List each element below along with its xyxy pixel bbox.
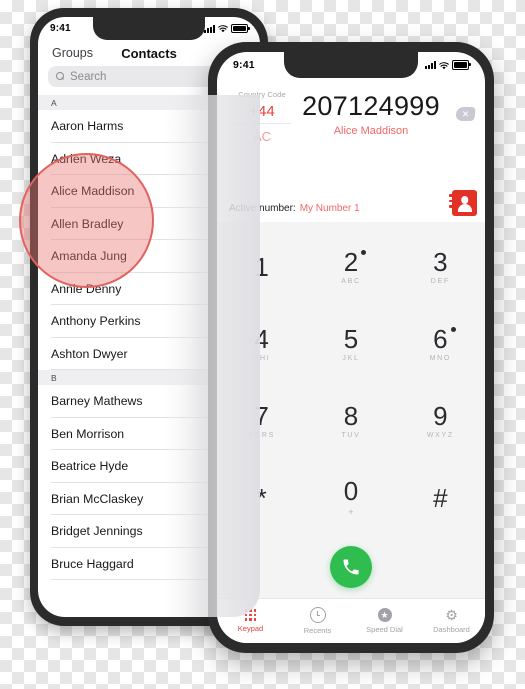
country-code-label: Country Code <box>238 90 286 99</box>
address-book-icon[interactable] <box>449 190 477 216</box>
key-badge-dot <box>361 249 367 255</box>
key-digit: 9 <box>433 400 448 431</box>
country-code-value[interactable]: +44 <box>233 99 291 124</box>
call-row <box>217 536 485 598</box>
status-bar-contacts: 9:41 <box>38 17 260 40</box>
key-2[interactable]: 2 ABC <box>306 228 395 305</box>
key-digit: 6 <box>433 326 456 352</box>
keypad-grid: 1 2 ABC 3 DEF 4 GHI 5 JKL 6 MNO 7 PQRS 8 TUV 9 WXYZ * 0 + # <box>217 228 485 536</box>
status-time: 9:41 <box>50 23 71 34</box>
gear-icon: ⚙ <box>445 607 458 623</box>
wifi-icon <box>218 24 228 33</box>
tab-label: Recents <box>303 626 332 635</box>
active-number-value[interactable]: My Number 1 <box>296 203 360 214</box>
key-9[interactable]: 9 WXYZ <box>396 382 485 459</box>
key-digit: 4 <box>254 323 269 354</box>
tab-keypad[interactable]: Keypad <box>217 609 284 633</box>
tab-label: Dashboard <box>433 625 470 634</box>
phone-handset-icon <box>343 559 359 575</box>
dialer-entry-area: Country Code +44 AC 207124999 Alice Madd… <box>217 78 485 222</box>
key-digit: 5 <box>343 323 359 354</box>
key-hash[interactable]: # <box>396 459 485 536</box>
tab-label: Keypad <box>237 623 264 633</box>
keypad: 1 2 ABC 3 DEF 4 GHI 5 JKL 6 MNO 7 PQRS 8 TUV 9 WXYZ * 0 + # <box>217 222 485 598</box>
key-digit: 8 <box>343 400 359 431</box>
clock-icon <box>309 607 326 623</box>
clear-all-button[interactable]: AC <box>233 124 291 144</box>
country-code-block: Country Code +44 AC <box>233 90 291 144</box>
status-icons <box>204 23 250 34</box>
key-1[interactable]: 1 <box>217 228 306 305</box>
battery-icon <box>231 23 250 34</box>
search-placeholder: Search <box>70 70 107 83</box>
key-7[interactable]: 7 PQRS <box>217 382 306 459</box>
number-display: 207124999 Alice Maddison <box>291 91 451 138</box>
key-6[interactable]: 6 MNO <box>396 305 485 382</box>
tab-dashboard[interactable]: ⚙ Dashboard <box>418 608 485 634</box>
cellular-bars-icon <box>425 61 436 69</box>
key-0[interactable]: 0 + <box>306 459 395 536</box>
key-digit: 0 <box>343 476 359 506</box>
dialed-number[interactable]: 207124999 <box>291 91 451 121</box>
mockup-stage: 9:41 Groups Contacts Search A Aaron Harm… <box>0 0 525 689</box>
key-digit: # <box>433 482 448 513</box>
bottom-tab-bar: Keypad Recents ★ Speed Dial ⚙ Dashboard <box>217 598 485 643</box>
key-badge-dot <box>450 326 456 332</box>
cellular-bars-icon <box>204 24 215 33</box>
key-4[interactable]: 4 GHI <box>217 305 306 382</box>
status-icons <box>425 60 471 70</box>
active-number-row: Active number: My Number 1 <box>217 190 485 222</box>
dialer-phone-device: 9:41 Country Code +44 AC 207124999 Alice… <box>208 42 494 653</box>
key-digit: 3 <box>433 246 448 277</box>
backspace-delete-icon[interactable]: ✕ <box>455 107 476 121</box>
status-time: 9:41 <box>233 59 255 71</box>
keypad-icon <box>244 609 257 621</box>
key-star[interactable]: * <box>217 459 306 536</box>
key-digit: 1 <box>254 251 269 282</box>
groups-button[interactable]: Groups <box>52 46 93 60</box>
dialer-screen: 9:41 Country Code +44 AC 207124999 Alice… <box>217 52 485 643</box>
matched-contact-name: Alice Maddison <box>333 125 409 138</box>
tab-speed-dial[interactable]: ★ Speed Dial <box>351 608 418 634</box>
key-5[interactable]: 5 JKL <box>306 305 395 382</box>
status-bar-dialer: 9:41 <box>217 52 485 78</box>
wifi-icon <box>439 61 449 70</box>
key-digit: 2 <box>344 249 367 275</box>
key-digit: 7 <box>254 400 269 431</box>
active-number-label: Active number: <box>229 202 296 214</box>
key-digit: * <box>256 482 267 513</box>
key-8[interactable]: 8 TUV <box>306 382 395 459</box>
tab-label: Speed Dial <box>366 625 403 634</box>
search-icon <box>56 72 65 81</box>
battery-icon <box>452 60 471 70</box>
star-circle-icon: ★ <box>377 608 392 622</box>
tab-recents[interactable]: Recents <box>284 607 351 635</box>
call-button[interactable] <box>330 546 372 588</box>
key-3[interactable]: 3 DEF <box>396 228 485 305</box>
